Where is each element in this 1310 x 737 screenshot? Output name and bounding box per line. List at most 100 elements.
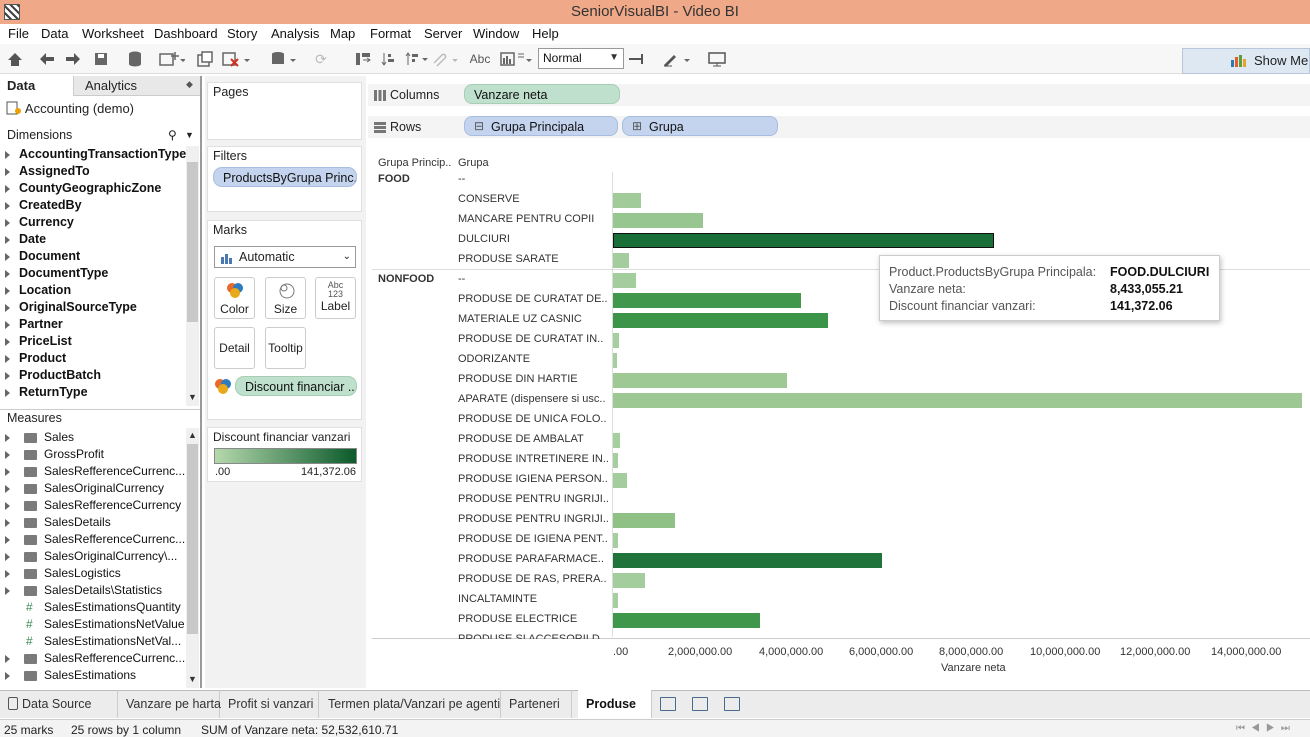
sort-descending-icon[interactable]: [404, 49, 430, 69]
dimension-item[interactable]: ProductBatch: [19, 368, 101, 382]
expand-arrow-icon[interactable]: [5, 372, 10, 380]
expand-arrow-icon[interactable]: [5, 468, 10, 476]
scroll-down-icon[interactable]: ▼: [188, 674, 197, 684]
chart-bar[interactable]: [613, 573, 645, 588]
menu-worksheet[interactable]: Worksheet: [82, 26, 144, 41]
new-worksheet-icon[interactable]: [158, 49, 186, 69]
chart-bar[interactable]: [613, 193, 641, 208]
row-category-label[interactable]: --: [458, 173, 610, 185]
measure-item[interactable]: SalesEstimationsNetValue: [44, 617, 185, 631]
chart-bar[interactable]: [613, 333, 619, 348]
row-category-label[interactable]: MANCARE PENTRU COPII: [458, 213, 610, 225]
menu-help[interactable]: Help: [532, 26, 559, 41]
rows-pill-grupa[interactable]: Grupa: [622, 116, 778, 136]
row-category-label[interactable]: PRODUSE SARATE: [458, 253, 610, 265]
chart-bar[interactable]: [613, 393, 1302, 408]
scroll-down-icon[interactable]: ▼: [188, 392, 197, 402]
row-category-label[interactable]: PRODUSE PARAFARMACE..: [458, 553, 610, 565]
expand-arrow-icon[interactable]: [5, 151, 10, 159]
columns-pill[interactable]: Vanzare neta: [464, 84, 620, 104]
attach-icon[interactable]: [430, 49, 460, 69]
show-labels-button[interactable]: Abc: [468, 49, 492, 69]
measure-item[interactable]: SalesRefferenceCurrency: [44, 498, 181, 512]
app-icon[interactable]: [4, 4, 20, 20]
menu-server[interactable]: Server: [424, 26, 462, 41]
expand-arrow-icon[interactable]: [5, 389, 10, 397]
row-category-label[interactable]: CONSERVE: [458, 193, 610, 205]
expand-arrow-icon[interactable]: [5, 321, 10, 329]
expand-arrow-icon[interactable]: [5, 451, 10, 459]
expand-arrow-icon[interactable]: [5, 253, 10, 261]
undo-icon[interactable]: [38, 49, 56, 69]
row-category-label[interactable]: DULCIURI: [458, 233, 610, 245]
measure-item[interactable]: SalesDetails: [44, 515, 111, 529]
chart-bar[interactable]: [613, 473, 627, 488]
tab-analytics[interactable]: Analytics: [85, 78, 137, 93]
clear-sheet-icon[interactable]: [222, 49, 252, 69]
row-category-label[interactable]: PRODUSE DIN HARTIE: [458, 373, 610, 385]
expand-arrow-icon[interactable]: [5, 502, 10, 510]
sort-ascending-icon[interactable]: [380, 49, 398, 69]
expand-arrow-icon[interactable]: [5, 519, 10, 527]
pages-card[interactable]: Pages: [207, 82, 362, 140]
menu-story[interactable]: Story: [227, 26, 257, 41]
panel-divider[interactable]: [200, 76, 202, 688]
show-me-button[interactable]: Show Me: [1182, 48, 1310, 74]
chart-bar[interactable]: [613, 353, 618, 368]
rows-shelf[interactable]: Rows Grupa Principala ⊟ Grupa ⊞: [368, 116, 1310, 138]
sheet-tab[interactable]: Parteneri: [501, 690, 572, 718]
dimension-item[interactable]: Currency: [19, 215, 74, 229]
measure-item[interactable]: SalesRefferenceCurrenc...: [44, 464, 185, 478]
mark-type-select[interactable]: Automatic ⌄: [214, 246, 356, 268]
chart-bar[interactable]: [613, 553, 882, 568]
row-category-label[interactable]: INCALTAMINTE: [458, 593, 610, 605]
dimension-item[interactable]: Date: [19, 232, 46, 246]
chart-bar[interactable]: [613, 453, 618, 468]
refresh-icon[interactable]: ⟳: [308, 49, 334, 69]
expand-arrow-icon[interactable]: [5, 202, 10, 210]
dimension-item[interactable]: CreatedBy: [19, 198, 82, 212]
pause-updates-icon[interactable]: [270, 49, 300, 69]
fix-axes-icon[interactable]: [626, 49, 648, 69]
dimension-item[interactable]: OriginalSourceType: [19, 300, 137, 314]
measure-item[interactable]: SalesDetails\Statistics: [44, 583, 162, 597]
chart-bar[interactable]: [613, 233, 994, 248]
row-category-label[interactable]: PRODUSE PENTRU INGRIJI..: [458, 513, 610, 525]
chart-bar[interactable]: [613, 513, 676, 528]
chart-bar[interactable]: [613, 213, 703, 228]
datasource-item[interactable]: Accounting (demo): [6, 101, 134, 116]
color-field-pill[interactable]: Discount financiar ..: [235, 376, 357, 396]
detail-button[interactable]: Detail: [214, 327, 255, 369]
measures-scroll-thumb[interactable]: [187, 444, 198, 634]
columns-shelf[interactable]: Columns Vanzare neta: [368, 84, 1310, 106]
expand-arrow-icon[interactable]: [5, 338, 10, 346]
sheet-tab[interactable]: Profit si vanzari: [220, 690, 319, 718]
sheet-tab[interactable]: Produse: [578, 690, 652, 718]
expand-arrow-icon[interactable]: [5, 655, 10, 663]
row-header-grupa[interactable]: Grupa: [458, 157, 489, 169]
duplicate-sheet-icon[interactable]: [196, 49, 214, 69]
rows-pill-grupa-principala[interactable]: Grupa Principala: [464, 116, 618, 136]
panel-menu-icon[interactable]: ◆: [186, 79, 193, 90]
expand-arrow-icon[interactable]: [5, 434, 10, 442]
measure-item[interactable]: SalesRefferenceCurrenc...: [44, 651, 185, 665]
chart-bar[interactable]: [613, 253, 630, 268]
expand-arrow-icon[interactable]: [5, 553, 10, 561]
sheet-tab[interactable]: Termen plata/Vanzari pe agenti: [320, 690, 501, 718]
expand-arrow-icon[interactable]: [5, 355, 10, 363]
measure-item[interactable]: SalesEstimationsNetVal...: [44, 634, 181, 648]
row-category-label[interactable]: ODORIZANTE: [458, 353, 610, 365]
home-icon[interactable]: [6, 49, 24, 69]
presentation-icon[interactable]: [500, 49, 534, 69]
chart-bar[interactable]: [613, 533, 618, 548]
row-category-label[interactable]: PRODUSE DE CURATAT IN..: [458, 333, 610, 345]
present-mode-icon[interactable]: [706, 49, 728, 69]
tab-data[interactable]: Data: [7, 78, 35, 93]
menu-analysis[interactable]: Analysis: [271, 26, 319, 41]
menu-window[interactable]: Window: [473, 26, 519, 41]
row-category-label[interactable]: PRODUSE PENTRU INGRIJI..: [458, 493, 610, 505]
menu-file[interactable]: File: [8, 26, 29, 41]
row-header-grupa-principala[interactable]: Grupa Princip..: [378, 157, 451, 169]
filter-pill[interactable]: ProductsByGrupa Princ..: [213, 167, 357, 187]
row-category-label[interactable]: PRODUSE DE CURATAT DE..: [458, 293, 610, 305]
